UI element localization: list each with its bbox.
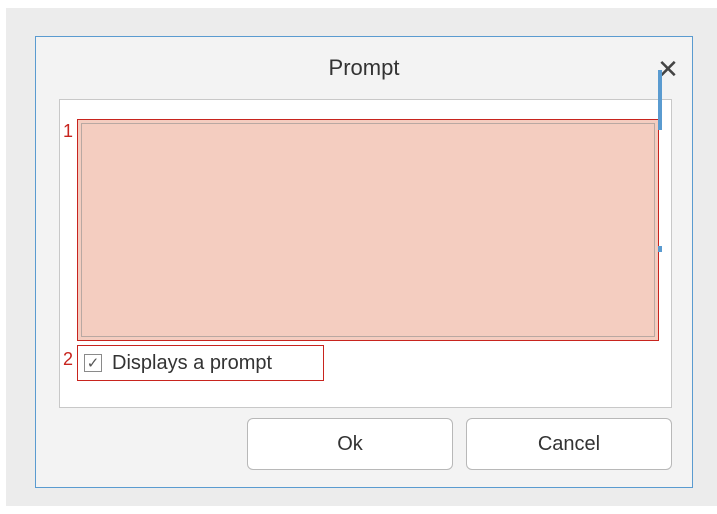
background-accent-bar	[658, 70, 662, 130]
annotation-number-1: 1	[63, 121, 74, 141]
dialog-titlebar: Prompt ✕	[36, 37, 692, 101]
cancel-button[interactable]: Cancel	[466, 418, 672, 470]
annotation-number-2: 2	[63, 349, 74, 369]
dialog-title: Prompt	[328, 55, 400, 80]
background-bottom	[0, 506, 717, 514]
prompt-textarea[interactable]	[77, 119, 659, 341]
checkbox-label: Displays a prompt	[112, 351, 273, 374]
checkmark-icon: ✓	[86, 354, 100, 372]
background-top	[0, 0, 717, 8]
prompt-textarea-inner[interactable]	[81, 123, 655, 337]
prompt-dialog: Prompt ✕ 1 2 ✓ Displays a prompt Ok Canc…	[35, 36, 693, 488]
ok-button[interactable]: Ok	[247, 418, 453, 470]
displays-prompt-checkbox-row[interactable]: ✓ Displays a prompt	[77, 345, 324, 381]
background-accent-mark	[658, 246, 662, 252]
displays-prompt-checkbox[interactable]: ✓	[84, 354, 102, 372]
background-left	[0, 0, 6, 514]
